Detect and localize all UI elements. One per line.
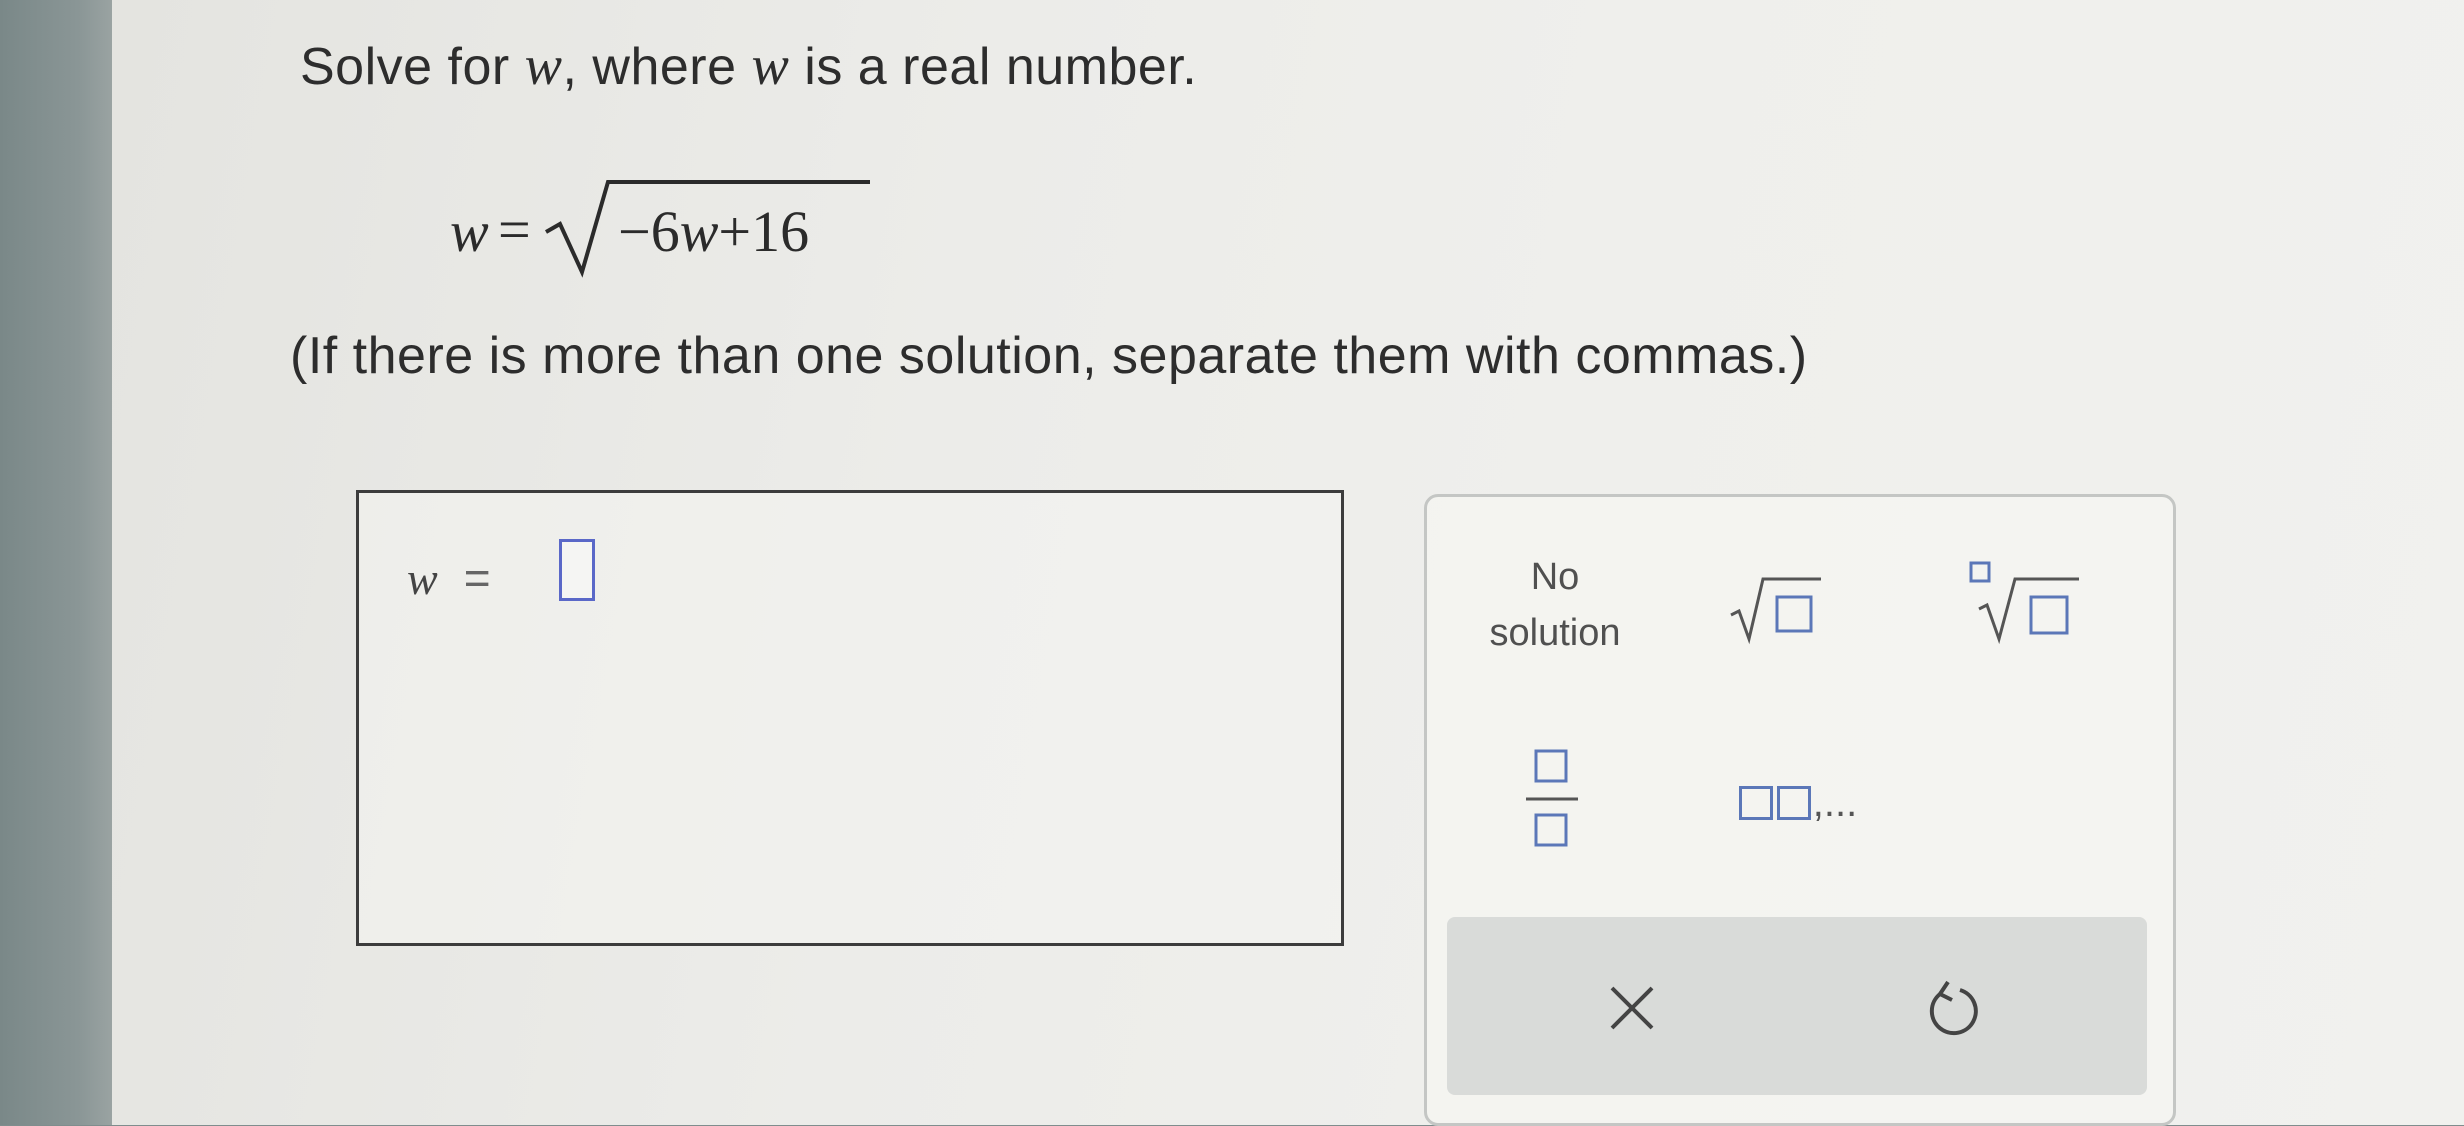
undo-icon <box>1929 980 1978 1036</box>
square-root-icon <box>1730 577 1821 645</box>
fraction-button[interactable] <box>1497 727 1607 867</box>
question-variable: w <box>524 35 563 97</box>
no-solution-label-1: No <box>1530 556 1580 598</box>
answer-input[interactable] <box>559 539 595 601</box>
no-solution-button[interactable]: No solution <box>1455 545 1655 665</box>
equation-lhs: w <box>450 199 489 264</box>
answer-line: w = <box>407 551 491 605</box>
multiple-answers-button[interactable]: ,... <box>1707 763 1887 843</box>
question-middle: , where <box>562 38 752 96</box>
answer-lhs: w <box>407 553 438 604</box>
question-prompt: Solve for w, where w is a real number. <box>300 34 1197 98</box>
answer-equals: = <box>463 552 491 604</box>
close-icon <box>1610 986 1654 1030</box>
equation-equals: = <box>498 197 531 262</box>
answer-area[interactable]: w = <box>356 490 1344 946</box>
question-variable-2: w <box>751 35 790 97</box>
undo-button[interactable] <box>1897 953 2007 1063</box>
list-box-1-icon <box>1738 786 1773 820</box>
radicand-variable: w <box>679 199 719 264</box>
list-box-2-icon <box>1776 786 1811 820</box>
instruction-text: (If there is more than one solution, sep… <box>290 327 1808 385</box>
square-root-button[interactable] <box>1715 557 1835 657</box>
radicand-suffix: +16 <box>718 199 810 264</box>
question-suffix: is a real number. <box>789 38 1198 96</box>
clear-button[interactable] <box>1577 953 1687 1063</box>
question-prefix: Solve for <box>300 38 525 96</box>
screen-bezel <box>0 0 112 1125</box>
radicand-prefix: −6 <box>618 199 680 264</box>
equation-radicand: −6w+16 <box>618 198 809 265</box>
no-solution-label-2: solution <box>1489 612 1621 654</box>
fraction-icon <box>1526 749 1578 847</box>
list-suffix: ,... <box>1812 780 1858 825</box>
nth-root-button[interactable] <box>1955 547 2095 657</box>
nth-root-icon <box>1969 561 2079 645</box>
math-keypad: No solution ,... <box>1424 494 2176 1126</box>
keypad-action-bar <box>1447 917 2147 1095</box>
